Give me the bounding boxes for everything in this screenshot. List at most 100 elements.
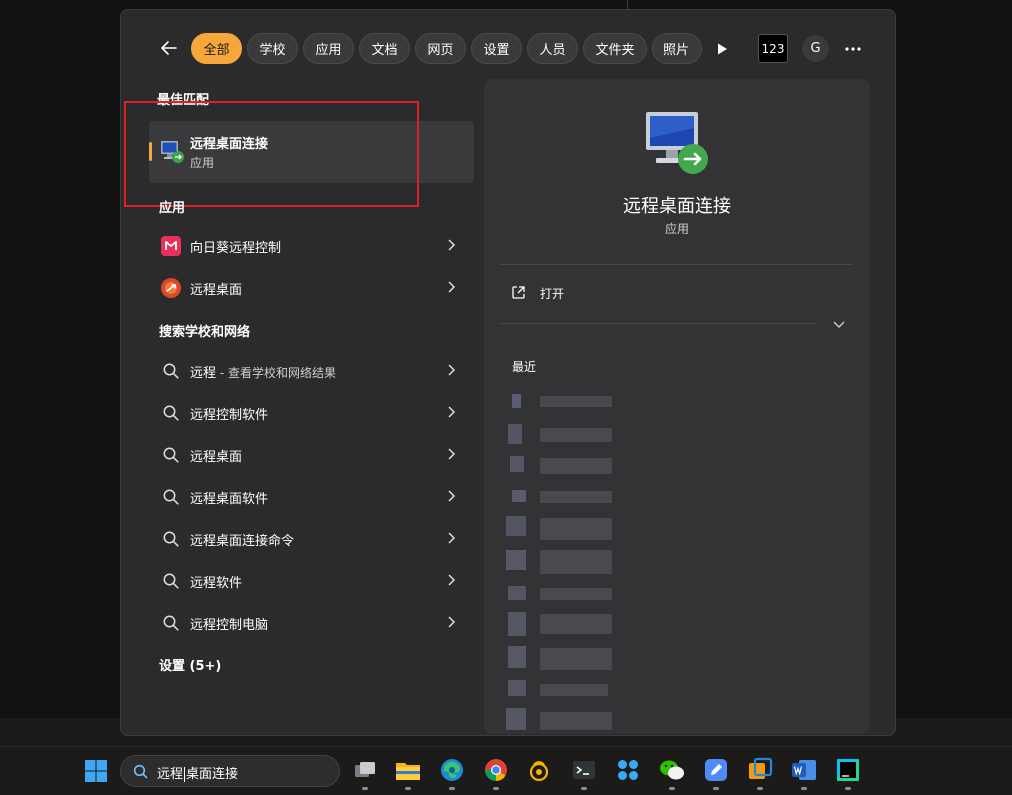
remote-desktop-app-icon	[161, 278, 181, 298]
number-badge[interactable]: 123	[758, 34, 788, 63]
blurred-icon	[508, 586, 526, 600]
blurred-icon	[512, 394, 521, 408]
recent-heading: 最近	[512, 360, 537, 374]
preview-app-type: 应用	[664, 222, 689, 236]
search-icon	[163, 405, 179, 421]
open-label: 打开	[540, 287, 565, 301]
web-result-item[interactable]: 远程控制电脑	[149, 604, 474, 640]
windows-start-icon[interactable]	[84, 759, 108, 783]
open-action[interactable]: 打开	[500, 278, 700, 308]
chevron-right-icon	[448, 448, 456, 460]
task-view-icon[interactable]	[352, 757, 378, 783]
notes-app-icon[interactable]	[703, 757, 729, 783]
chrome-browser-icon[interactable]	[483, 757, 509, 783]
apps-heading: 应用	[159, 201, 186, 216]
blurred-text	[540, 428, 612, 442]
blurred-text	[540, 684, 608, 696]
word-icon[interactable]	[791, 757, 817, 783]
app-item-remote-desktop[interactable]: 远程桌面	[149, 269, 474, 305]
web-result-item[interactable]: 远程桌面	[149, 436, 474, 472]
blurred-text	[540, 518, 612, 540]
blurred-text	[540, 588, 612, 600]
blurred-icon	[508, 680, 526, 696]
running-indicator	[669, 787, 675, 790]
app-grid-icon[interactable]	[615, 757, 641, 783]
web-result-label: 远程桌面	[190, 450, 243, 465]
open-external-icon	[512, 286, 525, 299]
search-text-completion: 桌面连接	[186, 767, 239, 782]
search-icon	[133, 764, 148, 779]
blurred-text	[540, 712, 612, 730]
more-filters-button[interactable]	[711, 38, 733, 60]
blurred-text	[540, 550, 612, 574]
web-result-label: 远程 - 查看学校和网络结果	[190, 362, 336, 381]
web-result-label: 远程桌面连接命令	[190, 534, 295, 549]
chevron-right-icon	[448, 574, 456, 586]
blurred-icon	[506, 708, 526, 730]
chevron-right-icon	[448, 281, 456, 293]
chevron-right-icon	[448, 616, 456, 628]
chevron-right-icon	[448, 364, 456, 376]
blurred-icon	[508, 646, 526, 668]
chevron-right-icon	[448, 490, 456, 502]
webstorm-icon[interactable]	[835, 757, 861, 783]
web-search-heading: 搜索学校和网络	[159, 325, 251, 340]
chevron-down-icon[interactable]	[831, 316, 847, 332]
virtualbox-icon[interactable]	[747, 757, 773, 783]
running-indicator	[405, 787, 411, 790]
blurred-text	[540, 614, 612, 634]
file-explorer-icon[interactable]	[395, 757, 421, 783]
filter-chip-documents[interactable]: 文档	[359, 33, 410, 64]
remote-desktop-large-icon	[646, 112, 708, 174]
annotation-highlight-box	[124, 101, 419, 207]
back-button[interactable]	[157, 36, 181, 60]
web-result-item[interactable]: 远程 - 查看学校和网络结果	[149, 352, 474, 388]
ellipsis-icon	[845, 47, 861, 51]
wechat-icon[interactable]	[659, 757, 685, 783]
web-result-label: 远程桌面软件	[190, 492, 269, 507]
blurred-icon	[512, 490, 526, 502]
settings-heading[interactable]: 设置 (5+)	[159, 655, 221, 674]
web-result-suffix: - 查看学校和网络结果	[216, 366, 336, 380]
web-result-label: 远程控制软件	[190, 408, 269, 423]
filter-chip-school[interactable]: 学校	[247, 33, 298, 64]
filter-chip-web[interactable]: 网页	[415, 33, 466, 64]
preview-divider	[500, 264, 853, 265]
web-result-item[interactable]: 远程软件	[149, 562, 474, 598]
filter-chip-settings[interactable]: 设置	[471, 33, 522, 64]
blurred-text	[540, 648, 612, 670]
edge-browser-icon[interactable]	[439, 757, 465, 783]
search-text-typed: 远程	[157, 767, 184, 782]
filter-chip-apps[interactable]: 应用	[303, 33, 354, 64]
web-result-item[interactable]: 远程桌面连接命令	[149, 520, 474, 556]
account-avatar[interactable]: G	[802, 35, 829, 62]
web-result-label: 远程软件	[190, 576, 243, 591]
filter-chip-all[interactable]: 全部	[191, 33, 242, 64]
blurred-icon	[510, 456, 524, 472]
filter-chip-photos[interactable]: 照片	[652, 33, 702, 64]
web-result-item[interactable]: 远程控制软件	[149, 394, 474, 430]
running-indicator	[493, 787, 499, 790]
filter-chip-folders[interactable]: 文件夹	[583, 33, 647, 64]
running-indicator	[713, 787, 719, 790]
taskbar-search-box[interactable]: 远程 桌面连接	[120, 755, 340, 787]
filter-chip-people[interactable]: 人员	[527, 33, 578, 64]
blurred-text	[540, 396, 612, 407]
app-item-sunlogin[interactable]: 向日葵远程控制	[149, 227, 474, 263]
back-arrow-icon	[161, 41, 177, 55]
search-icon	[163, 615, 179, 631]
running-indicator	[581, 787, 587, 790]
sunlogin-taskbar-icon[interactable]	[526, 757, 552, 783]
more-options-button[interactable]	[842, 38, 864, 60]
text-caret	[184, 767, 186, 782]
blurred-icon	[506, 516, 526, 536]
terminal-icon[interactable]	[571, 757, 597, 783]
running-indicator	[362, 787, 368, 790]
blurred-icon	[506, 550, 526, 570]
sunlogin-icon	[161, 236, 181, 256]
web-result-item[interactable]: 远程桌面软件	[149, 478, 474, 514]
blurred-icon	[508, 424, 522, 444]
running-indicator	[757, 787, 763, 790]
app-item-label: 向日葵远程控制	[190, 241, 282, 256]
chevron-right-icon	[448, 532, 456, 544]
